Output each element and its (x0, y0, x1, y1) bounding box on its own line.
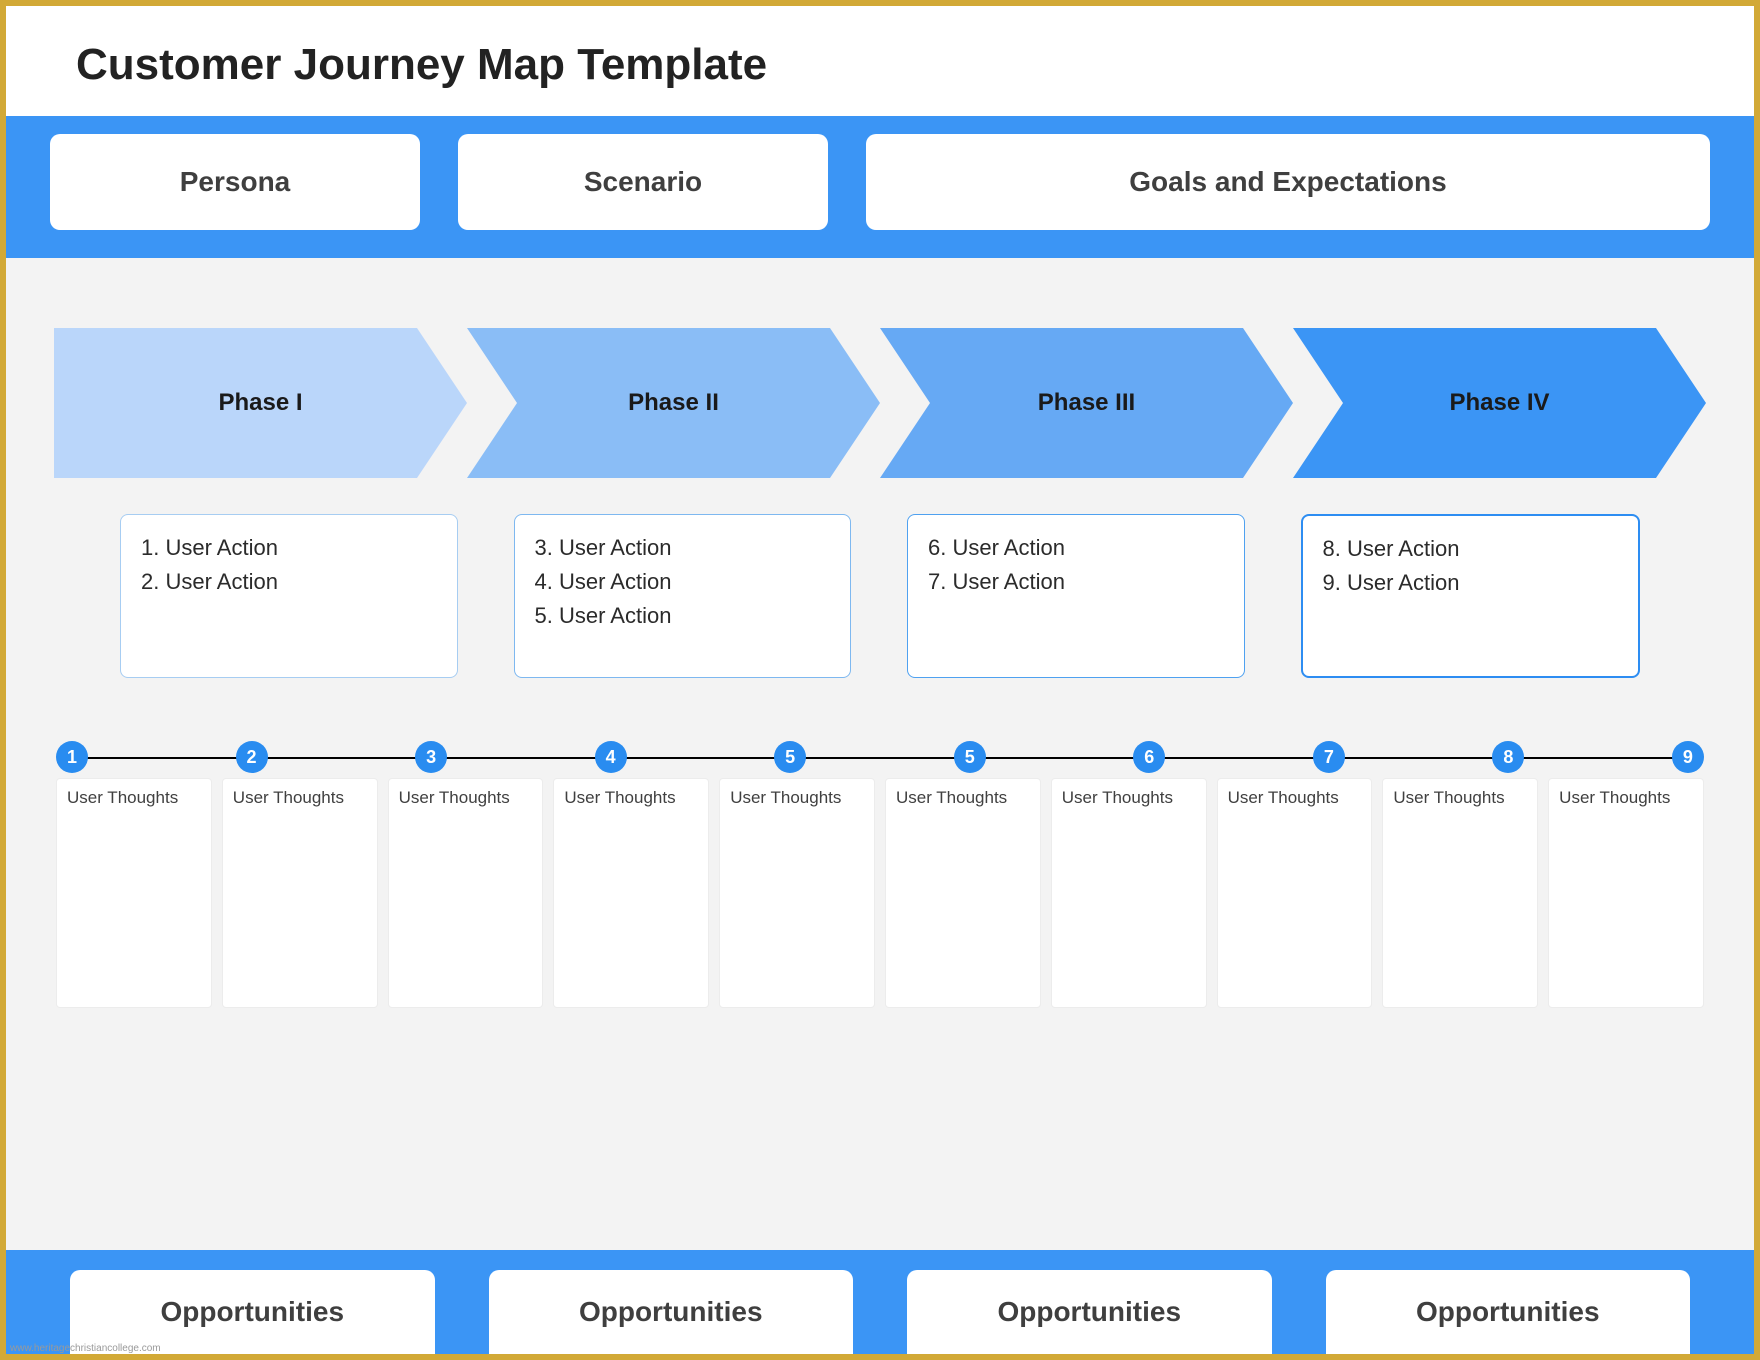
diagram-frame: Customer Journey Map Template Persona Sc… (0, 0, 1760, 1360)
thought-card: User Thoughts (553, 778, 709, 1008)
action-box-4: 8. User Action9. User Action (1301, 514, 1641, 678)
timeline-point: 3 (415, 741, 447, 773)
action-item: 6. User Action (928, 531, 1224, 565)
watermark: www.heritagechristiancollege.com (10, 1343, 161, 1354)
action-item: 2. User Action (141, 565, 437, 599)
header-card-scenario: Scenario (458, 134, 828, 230)
footer-card-opportunities: Opportunities (489, 1270, 854, 1354)
action-boxes: 1. User Action2. User Action 3. User Act… (24, 478, 1736, 688)
main-area: Phase I Phase II Phase III Phase IV 1. U… (6, 258, 1754, 1250)
phase-arrow-4: Phase IV (1293, 328, 1706, 478)
phase-arrows: Phase I Phase II Phase III Phase IV (24, 328, 1736, 478)
page-title: Customer Journey Map Template (76, 40, 1684, 90)
timeline-point: 7 (1313, 741, 1345, 773)
action-box-2: 3. User Action4. User Action5. User Acti… (514, 514, 852, 678)
thought-card: User Thoughts (222, 778, 378, 1008)
thought-card: User Thoughts (1051, 778, 1207, 1008)
action-item: 4. User Action (535, 565, 831, 599)
action-item: 5. User Action (535, 599, 831, 633)
header-card-persona: Persona (50, 134, 420, 230)
action-item: 9. User Action (1323, 566, 1619, 600)
timeline-point: 2 (236, 741, 268, 773)
action-item: 1. User Action (141, 531, 437, 565)
footer-card-opportunities: Opportunities (70, 1270, 435, 1354)
phase-label: Phase IV (1449, 389, 1549, 417)
timeline-point: 5 (774, 741, 806, 773)
thought-card: User Thoughts (1548, 778, 1704, 1008)
title-bar: Customer Journey Map Template (6, 6, 1754, 116)
timeline-point: 5 (954, 741, 986, 773)
footer-card-opportunities: Opportunities (1326, 1270, 1691, 1354)
header-card-goals: Goals and Expectations (866, 134, 1710, 230)
thought-card: User Thoughts (56, 778, 212, 1008)
timeline-point: 1 (56, 741, 88, 773)
header-strip: Persona Scenario Goals and Expectations (6, 116, 1754, 258)
phase-label: Phase II (628, 389, 719, 417)
action-item: 3. User Action (535, 531, 831, 565)
phase-arrow-1: Phase I (54, 328, 467, 478)
phase-label: Phase III (1038, 389, 1135, 417)
action-item: 7. User Action (928, 565, 1224, 599)
thought-cards: User ThoughtsUser ThoughtsUser ThoughtsU… (56, 778, 1704, 1008)
timeline-point: 4 (595, 741, 627, 773)
timeline: 1 2 3 4 5 5 6 7 8 9 (56, 742, 1704, 772)
thoughts-section: 1234556789 User ThoughtsUser ThoughtsUse… (24, 688, 1736, 1240)
timeline-point: 9 (1672, 741, 1704, 773)
action-box-3: 6. User Action7. User Action (907, 514, 1245, 678)
thought-card: User Thoughts (1382, 778, 1538, 1008)
thought-card: User Thoughts (885, 778, 1041, 1008)
phase-arrow-2: Phase II (467, 328, 880, 478)
action-item: 8. User Action (1323, 532, 1619, 566)
action-box-1: 1. User Action2. User Action (120, 514, 458, 678)
timeline-point: 6 (1133, 741, 1165, 773)
timeline-point: 8 (1492, 741, 1524, 773)
footer-strip: Opportunities Opportunities Opportunities O… (6, 1250, 1754, 1354)
phase-label: Phase I (218, 389, 302, 417)
thought-card: User Thoughts (388, 778, 544, 1008)
footer-card-opportunities: Opportunities (907, 1270, 1272, 1354)
thought-card: User Thoughts (719, 778, 875, 1008)
timeline-axis (72, 757, 1688, 759)
thought-card: User Thoughts (1217, 778, 1373, 1008)
phase-arrow-3: Phase III (880, 328, 1293, 478)
